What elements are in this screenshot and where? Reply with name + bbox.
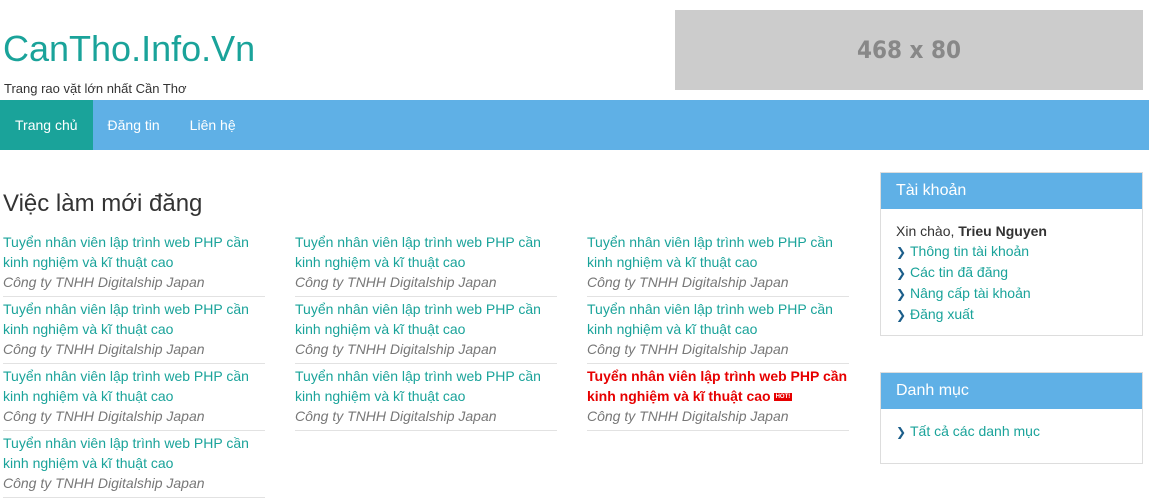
ad-banner-placeholder: 468 x 80	[675, 10, 1143, 90]
job-title-link[interactable]: Tuyển nhân viên lập trình web PHP cần ki…	[587, 232, 849, 272]
job-company: Công ty TNHH Digitalship Japan	[3, 475, 205, 491]
job-company: Công ty TNHH Digitalship Japan	[587, 274, 789, 290]
job-listing-item: Tuyển nhân viên lập trình web PHP cần ki…	[295, 299, 557, 364]
job-listing-item: Tuyển nhân viên lập trình web PHP cần ki…	[295, 232, 557, 297]
job-title-link[interactable]: Tuyển nhân viên lập trình web PHP cần ki…	[3, 433, 265, 473]
chevron-right-icon: ❯	[896, 308, 907, 322]
account-link-logout[interactable]: ❯ Đăng xuất	[896, 304, 1127, 325]
job-listing-item-hot: Tuyển nhân viên lập trình web PHP cần ki…	[587, 366, 849, 431]
chevron-right-icon: ❯	[896, 425, 907, 439]
job-company: Công ty TNHH Digitalship Japan	[587, 408, 789, 424]
category-link-label: Tất cả các danh mục	[910, 423, 1040, 439]
job-listing-item: Tuyển nhân viên lập trình web PHP cần ki…	[3, 299, 265, 364]
main-navbar: Trang chủ Đăng tin Liên hệ	[0, 100, 1149, 150]
job-company: Công ty TNHH Digitalship Japan	[295, 341, 497, 357]
account-link-label: Các tin đã đăng	[910, 264, 1009, 280]
nav-item-post-listing[interactable]: Đăng tin	[93, 100, 175, 150]
hot-badge: HOT!	[773, 393, 793, 402]
job-company: Công ty TNHH Digitalship Japan	[295, 274, 497, 290]
job-company: Công ty TNHH Digitalship Japan	[295, 408, 497, 424]
nav-item-home[interactable]: Trang chủ	[0, 100, 93, 150]
account-panel-heading: Tài khoản	[881, 173, 1142, 209]
section-title: Việc làm mới đăng	[3, 190, 203, 217]
category-panel-body: ❯ Tất cả các danh mục	[881, 409, 1142, 452]
job-grid: Tuyển nhân viên lập trình web PHP cần ki…	[3, 232, 863, 500]
job-listing-item: Tuyển nhân viên lập trình web PHP cần ki…	[587, 299, 849, 364]
category-panel-heading: Danh mục	[881, 373, 1142, 409]
site-logo[interactable]: CanTho.Info.Vn	[3, 28, 255, 70]
chevron-right-icon: ❯	[896, 266, 907, 280]
account-panel-body: Xin chào, Trieu Nguyen ❯ Thông tin tài kh…	[881, 209, 1142, 335]
site-tagline: Trang rao vặt lớn nhất Cần Thơ	[4, 81, 187, 96]
job-listing-item: Tuyển nhân viên lập trình web PHP cần ki…	[295, 366, 557, 431]
job-title-text: Tuyển nhân viên lập trình web PHP cần ki…	[587, 368, 848, 404]
job-title-link-hot[interactable]: Tuyển nhân viên lập trình web PHP cần ki…	[587, 366, 849, 406]
category-panel: Danh mục ❯ Tất cả các danh mục	[880, 372, 1143, 464]
job-company: Công ty TNHH Digitalship Japan	[587, 341, 789, 357]
job-listing-item: Tuyển nhân viên lập trình web PHP cần ki…	[3, 366, 265, 431]
job-title-link[interactable]: Tuyển nhân viên lập trình web PHP cần ki…	[3, 232, 265, 272]
job-title-link[interactable]: Tuyển nhân viên lập trình web PHP cần ki…	[3, 299, 265, 339]
account-link-label: Đăng xuất	[910, 306, 974, 322]
chevron-right-icon: ❯	[896, 245, 907, 259]
job-company: Công ty TNHH Digitalship Japan	[3, 408, 205, 424]
account-link-upgrade[interactable]: ❯ Nâng cấp tài khoản	[896, 283, 1127, 304]
username: Trieu Nguyen	[958, 223, 1047, 239]
job-title-link[interactable]: Tuyển nhân viên lập trình web PHP cần ki…	[587, 299, 849, 339]
account-link-label: Thông tin tài khoản	[910, 243, 1030, 259]
category-link-all[interactable]: ❯ Tất cả các danh mục	[896, 421, 1127, 442]
greeting: Xin chào, Trieu Nguyen	[896, 221, 1127, 241]
job-title-link[interactable]: Tuyển nhân viên lập trình web PHP cần ki…	[295, 366, 557, 406]
account-link-info[interactable]: ❯ Thông tin tài khoản	[896, 241, 1127, 262]
job-title-link[interactable]: Tuyển nhân viên lập trình web PHP cần ki…	[3, 366, 265, 406]
job-company: Công ty TNHH Digitalship Japan	[3, 274, 205, 290]
job-listing-item: Tuyển nhân viên lập trình web PHP cần ki…	[587, 232, 849, 297]
job-listing-item: Tuyển nhân viên lập trình web PHP cần ki…	[3, 433, 265, 498]
job-title-link[interactable]: Tuyển nhân viên lập trình web PHP cần ki…	[295, 232, 557, 272]
chevron-right-icon: ❯	[896, 287, 907, 301]
greeting-prefix: Xin chào,	[896, 223, 955, 239]
job-listing-item: Tuyển nhân viên lập trình web PHP cần ki…	[3, 232, 265, 297]
nav-item-contact[interactable]: Liên hệ	[175, 100, 251, 150]
account-panel: Tài khoản Xin chào, Trieu Nguyen ❯ Thông …	[880, 172, 1143, 336]
account-link-my-posts[interactable]: ❯ Các tin đã đăng	[896, 262, 1127, 283]
job-company: Công ty TNHH Digitalship Japan	[3, 341, 205, 357]
job-title-link[interactable]: Tuyển nhân viên lập trình web PHP cần ki…	[295, 299, 557, 339]
account-link-label: Nâng cấp tài khoản	[910, 285, 1031, 301]
